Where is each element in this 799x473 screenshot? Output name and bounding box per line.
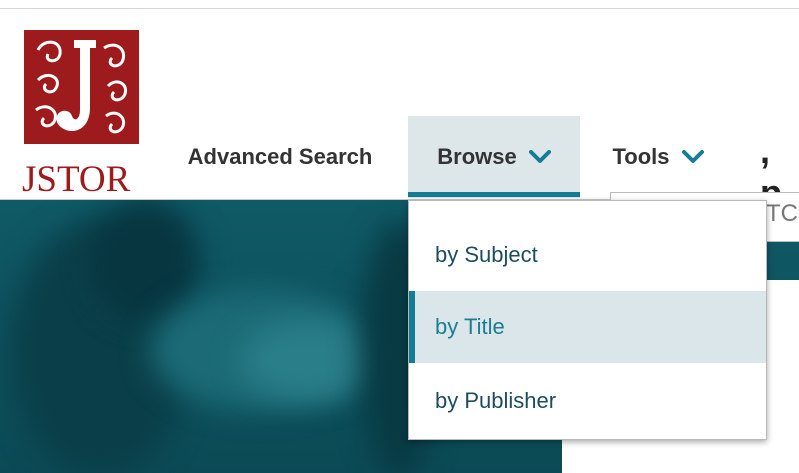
jstor-logo-link[interactable]: JSTOR xyxy=(22,30,142,200)
nav-tools[interactable]: Tools xyxy=(588,116,728,198)
nav-browse-label: Browse xyxy=(437,144,517,169)
nav-browse[interactable]: Browse xyxy=(408,116,580,198)
browse-by-subject[interactable]: by Subject xyxy=(409,219,766,291)
browse-by-title[interactable]: by Title xyxy=(409,291,766,363)
hero-blur-shape xyxy=(90,200,200,320)
nav-advanced-search-label: Advanced Search xyxy=(187,144,373,169)
jstor-wordmark: JSTOR xyxy=(22,159,131,200)
nav-tools-label: Tools xyxy=(612,144,670,169)
browse-dropdown-menu: by Subject by Title by Publisher xyxy=(408,200,767,440)
nav-advanced-search[interactable]: Advanced Search xyxy=(162,116,398,198)
browse-by-publisher[interactable]: by Publisher xyxy=(409,365,766,437)
chevron-down-icon xyxy=(681,150,704,163)
hero-blur-shape xyxy=(240,320,380,400)
nav-browse-active-indicator xyxy=(408,192,580,197)
jstor-logo-icon xyxy=(24,30,139,144)
hero-search-placeholder: TC xyxy=(766,200,798,227)
chevron-down-icon xyxy=(528,150,551,163)
top-divider xyxy=(0,8,799,9)
